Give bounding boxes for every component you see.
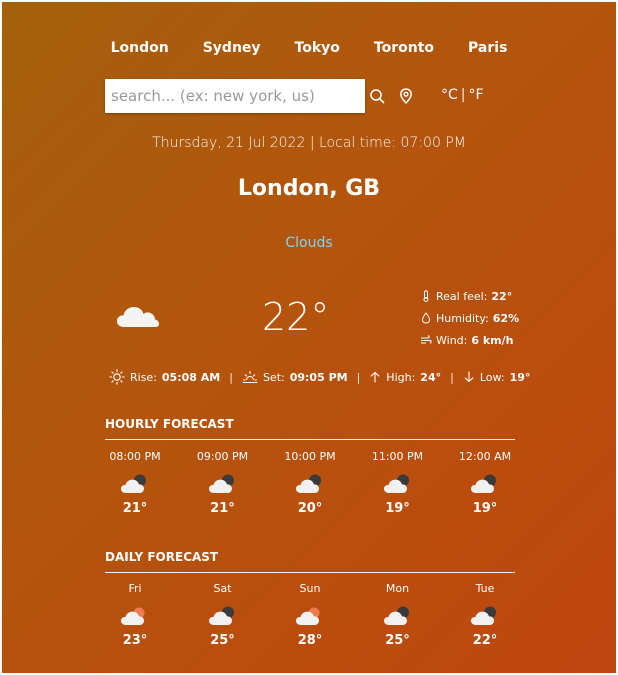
night-cloud-icon <box>121 474 146 493</box>
thermometer-icon <box>423 290 429 302</box>
daily-item: Fri 23° <box>105 582 165 648</box>
low-label: Low: <box>479 370 505 384</box>
humidity-row: Humidity: 62% <box>420 307 519 329</box>
night-cloud-icon <box>471 474 496 493</box>
hourly-item: 11:00 PM 19° <box>368 450 428 516</box>
current-temperature: 22° <box>262 295 330 339</box>
real-feel-label: Real feel: <box>436 289 488 303</box>
sunrise-icon <box>109 369 125 385</box>
real-feel-value: 22° <box>491 289 513 303</box>
night-cloud-icon <box>383 606 409 625</box>
sunset-label: Set: <box>262 370 285 384</box>
night-cloud-icon <box>208 474 234 493</box>
high-label: High: <box>386 370 416 384</box>
sun-high-low-bar: Rise: 05:08 AM | Set: 09:05 PM | High: 2… <box>109 369 530 385</box>
city-link-sydney[interactable]: Sydney <box>203 40 261 56</box>
humidity-label: Humidity: <box>436 311 489 325</box>
date-time-line: Thursday, 21 Jul 2022 | Local time: 07:0… <box>152 135 466 151</box>
forecast-temp: 19° <box>472 501 498 516</box>
city-link-paris[interactable]: Paris <box>468 40 507 56</box>
weather-condition: Clouds <box>285 235 333 251</box>
divider: | <box>356 370 361 384</box>
location-pin-icon[interactable] <box>397 87 415 105</box>
forecast-time: 10:00 PM <box>284 450 336 463</box>
sunrise-label: Rise: <box>130 370 157 384</box>
humidity-value: 62% <box>492 311 520 325</box>
daily-item: Sun 28° <box>280 582 340 648</box>
daily-item: Mon 25° <box>368 582 428 648</box>
hourly-forecast-title: HOURLY FORECAST <box>105 417 234 431</box>
sunset-value: 09:05 PM <box>289 370 348 384</box>
arrow-down-icon <box>464 371 474 383</box>
forecast-time: 12:00 AM <box>458 450 512 463</box>
night-cloud-icon <box>296 474 321 493</box>
weather-details: Real feel: 22° Humidity: 62% Wind: 6 km/… <box>420 285 519 351</box>
daily-item: Sat 25° <box>193 582 253 648</box>
daily-divider <box>105 572 515 573</box>
city-nav: London Sydney Tokyo Toronto Paris <box>2 40 616 56</box>
daily-item: Tue 22° <box>455 582 515 648</box>
sunset-icon <box>242 370 258 384</box>
forecast-temp: 23° <box>122 633 148 648</box>
daily-forecast-title: DAILY FORECAST <box>105 550 219 564</box>
sunrise-value: 05:08 AM <box>161 370 221 384</box>
city-link-toronto[interactable]: Toronto <box>374 40 434 56</box>
unit-toggle: °C | °F <box>441 87 484 103</box>
wind-label: Wind: <box>436 333 468 347</box>
forecast-temp: 21° <box>122 501 148 516</box>
weather-app: London Sydney Tokyo Toronto Paris °C | °… <box>2 2 616 673</box>
daily-forecast-list: Fri 23° Sat 25° Sun 28° Mon 25° Tue 22° <box>105 582 515 648</box>
hourly-forecast-list: 08:00 PM 21° 09:00 PM 21° 10:00 PM 20° 1… <box>105 450 515 516</box>
forecast-temp: 20° <box>297 501 323 516</box>
forecast-temp: 22° <box>472 633 498 648</box>
unit-separator: | <box>460 87 466 103</box>
hourly-divider <box>105 439 515 440</box>
forecast-temp: 28° <box>297 633 323 648</box>
forecast-temp: 25° <box>385 633 410 648</box>
hourly-item: 09:00 PM 21° <box>193 450 253 516</box>
real-feel-row: Real feel: 22° <box>420 285 519 307</box>
celsius-button[interactable]: °C <box>441 87 458 103</box>
forecast-day: Fri <box>128 582 142 595</box>
hourly-item: 08:00 PM 21° <box>105 450 165 516</box>
wind-icon <box>421 335 432 344</box>
cloud-icon <box>117 307 159 327</box>
search-bar: °C | °F <box>105 79 525 115</box>
hourly-item: 12:00 AM 19° <box>455 450 515 516</box>
search-input[interactable] <box>105 79 365 113</box>
night-cloud-icon <box>471 606 496 625</box>
search-icon[interactable] <box>368 87 386 105</box>
fahrenheit-button[interactable]: °F <box>469 87 484 103</box>
forecast-time: 11:00 PM <box>371 450 424 463</box>
sun-cloud-icon <box>121 607 145 625</box>
low-value: 19° <box>509 370 531 384</box>
forecast-temp: 25° <box>210 633 235 648</box>
night-cloud-icon <box>208 606 234 625</box>
forecast-temp: 21° <box>210 501 235 516</box>
location-title: London, GB <box>237 176 381 201</box>
night-cloud-icon <box>383 474 409 493</box>
forecast-day: Tue <box>475 582 495 595</box>
forecast-time: 09:00 PM <box>196 450 249 463</box>
city-link-tokyo[interactable]: Tokyo <box>295 40 340 56</box>
wind-value: 6 km/h <box>471 333 514 347</box>
sun-cloud-icon <box>296 607 320 625</box>
forecast-temp: 19° <box>385 501 410 516</box>
forecast-time: 08:00 PM <box>109 450 161 463</box>
arrow-up-icon <box>370 371 380 383</box>
forecast-day: Sun <box>299 582 321 595</box>
high-value: 24° <box>420 370 442 384</box>
droplet-icon <box>421 312 431 324</box>
divider: | <box>450 370 454 384</box>
city-link-london[interactable]: London <box>111 40 169 56</box>
wind-row: Wind: 6 km/h <box>420 329 519 351</box>
hourly-item: 10:00 PM 20° <box>280 450 340 516</box>
forecast-day: Sat <box>213 582 232 595</box>
divider: | <box>229 370 233 384</box>
forecast-day: Mon <box>385 582 410 595</box>
